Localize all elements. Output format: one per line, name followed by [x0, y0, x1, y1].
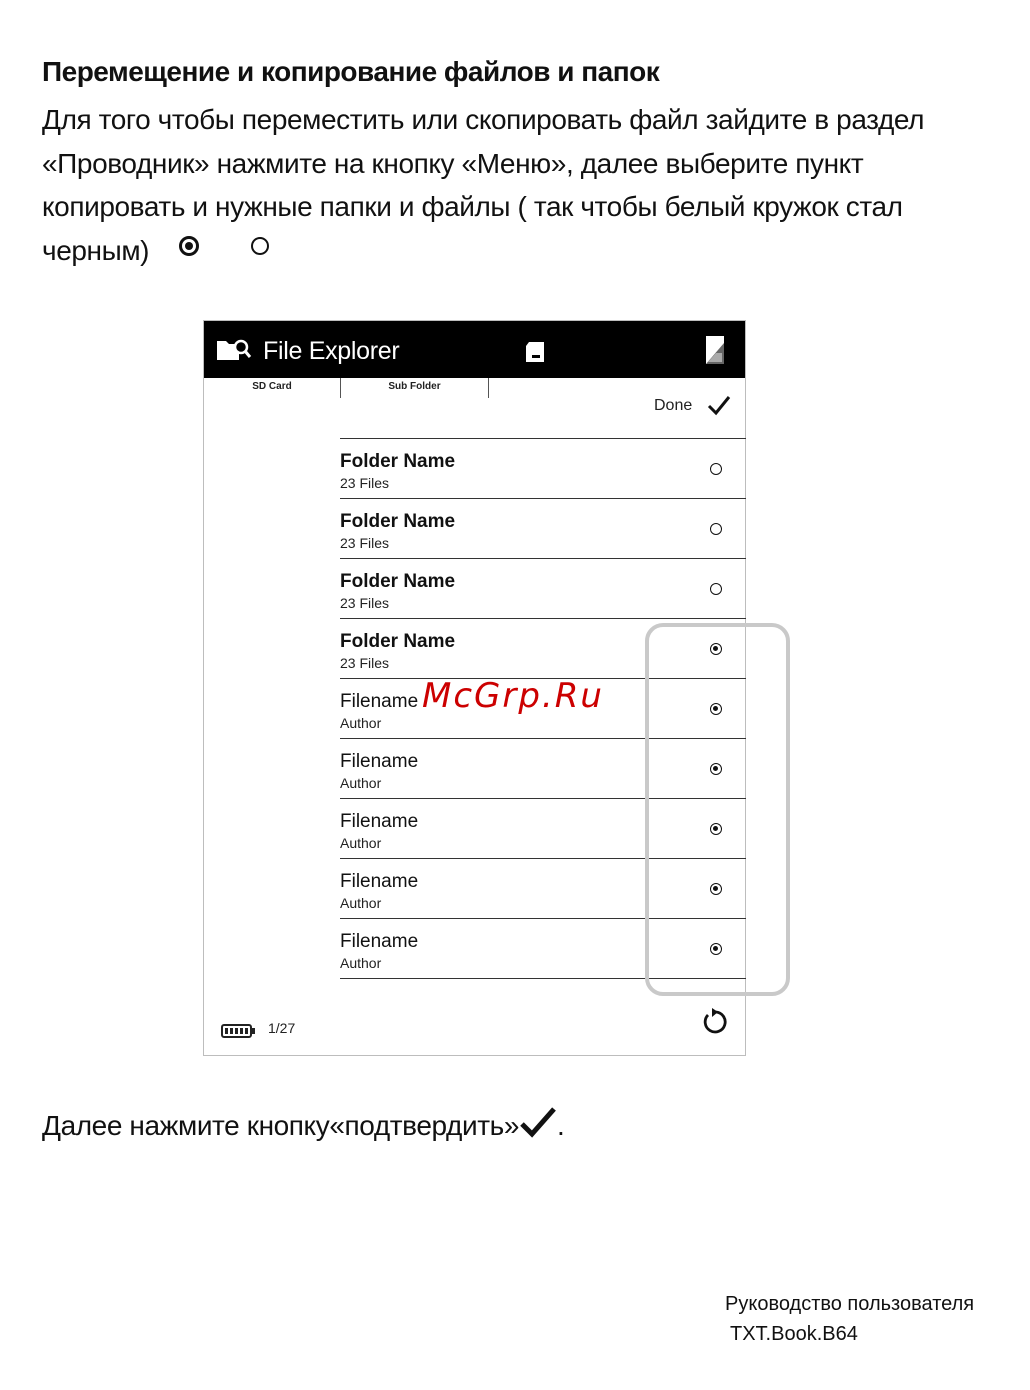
radio-empty-icon — [251, 237, 270, 256]
item-title: Filename — [340, 931, 419, 952]
tab-sub-folder[interactable]: Sub Folder — [341, 378, 489, 398]
radio-empty-icon[interactable] — [710, 463, 722, 475]
title-bar: File Explorer — [204, 321, 745, 378]
item-subtitle: 23 Files — [340, 595, 390, 611]
watermark: McGrp.Ru — [422, 676, 604, 716]
item-title: Filename — [340, 751, 419, 772]
check-icon — [520, 1106, 556, 1138]
sd-card-icon[interactable] — [525, 341, 545, 363]
screen-title: File Explorer — [263, 337, 400, 365]
tab-sd-card[interactable]: SD Card — [204, 378, 341, 398]
selection-highlight-frame — [645, 623, 790, 996]
check-icon — [707, 396, 731, 416]
radio-filled-icon — [179, 236, 200, 257]
done-label: Done — [654, 397, 693, 414]
page-footer: Руководство пользователя TXT.Book.B64 — [725, 1289, 974, 1349]
item-title: Filename — [340, 691, 419, 712]
item-title: Filename — [340, 811, 419, 832]
item-subtitle: Author — [340, 955, 382, 971]
folder-search-icon — [217, 339, 252, 360]
item-subtitle: 23 Files — [340, 535, 390, 551]
item-subtitle: Author — [340, 775, 382, 791]
item-subtitle: 23 Files — [340, 655, 390, 671]
radio-empty-icon[interactable] — [710, 583, 722, 595]
list-item[interactable]: Folder Name 23 Files — [340, 439, 746, 499]
page-indicator: 1/27 — [268, 1020, 296, 1036]
list-item[interactable]: Folder Name 23 Files — [340, 499, 746, 559]
item-title: Folder Name — [340, 511, 456, 532]
item-title: Folder Name — [340, 451, 456, 472]
item-subtitle: Author — [340, 835, 382, 851]
confirm-text-end: . — [557, 1110, 565, 1141]
item-title: Folder Name — [340, 571, 456, 592]
footer-manual-title: Руководство пользователя — [725, 1293, 975, 1315]
footer-model: TXT.Book.B64 — [730, 1323, 858, 1345]
section-heading: Перемещение и копирование файлов и папок — [42, 56, 660, 87]
refresh-icon[interactable] — [702, 1007, 730, 1037]
tab-bar: SD Card Sub Folder — [204, 378, 494, 400]
item-subtitle: 23 Files — [340, 475, 390, 491]
intro-text: Для того чтобы переместить или скопирова… — [42, 104, 925, 266]
item-title: Folder Name — [340, 631, 456, 652]
radio-empty-icon[interactable] — [710, 523, 722, 535]
item-subtitle: Author — [340, 895, 382, 911]
list-item[interactable]: Folder Name 23 Files — [340, 559, 746, 619]
confirm-instruction: Далее нажмите кнопку«подтвердить». — [42, 1106, 565, 1145]
battery-icon — [221, 1024, 255, 1038]
confirm-text: Далее нажмите кнопку«подтвердить» — [42, 1110, 520, 1141]
intro-paragraph: Для того чтобы переместить или скопирова… — [42, 98, 992, 272]
item-title: Filename — [340, 871, 419, 892]
item-subtitle: Author — [340, 715, 382, 731]
screen-rotate-icon[interactable] — [704, 335, 726, 365]
